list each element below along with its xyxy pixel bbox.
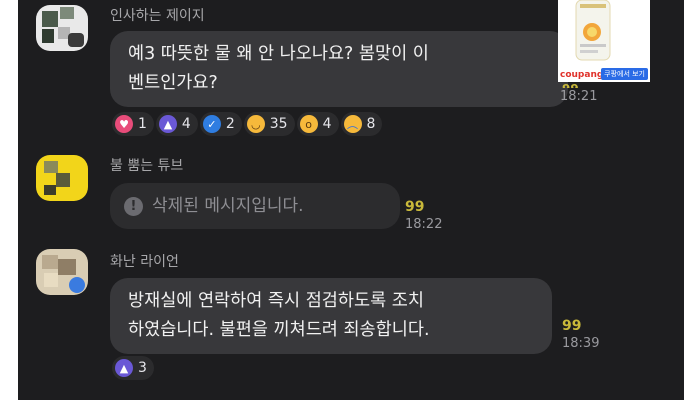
reaction-check[interactable]: ✓ 2 xyxy=(199,112,242,136)
message-time: 18:21 xyxy=(560,89,598,104)
reaction-laughing[interactable]: ◡ 35 xyxy=(243,112,295,136)
sender-name: 불 뿜는 튜브 xyxy=(110,158,184,174)
heart-icon: ♥ xyxy=(115,115,133,133)
coupang-logo: coupang xyxy=(560,70,604,80)
deleted-message-text: 삭제된 메시지입니다. xyxy=(152,195,304,216)
message-time: 18:22 xyxy=(405,217,443,232)
unread-count: 99 xyxy=(405,199,425,215)
message-time: 18:39 xyxy=(562,336,600,351)
avatar[interactable] xyxy=(36,249,88,295)
reaction-bar: ♥ 1 ▲ 4 ✓ 2 ◡ 35 o 4 ︵ 8 xyxy=(112,112,383,136)
unread-count: 99 xyxy=(562,82,579,88)
reaction-count: 1 xyxy=(138,116,147,132)
reaction-thumbs-up[interactable]: ▲ 4 xyxy=(155,112,198,136)
deleted-message-bubble[interactable]: ! 삭제된 메시지입니다. xyxy=(110,183,400,229)
reaction-thumbs-up[interactable]: ▲ 3 xyxy=(112,356,154,380)
message-text-line: 벤트인가요? xyxy=(128,73,218,93)
crying-emoji-icon: ︵ xyxy=(343,115,362,133)
reaction-count: 35 xyxy=(269,116,288,132)
avatar[interactable] xyxy=(36,5,88,51)
laughing-emoji-icon: ◡ xyxy=(246,115,265,133)
avatar[interactable] xyxy=(36,155,88,201)
check-icon: ✓ xyxy=(202,115,221,133)
thumbs-up-icon: ▲ xyxy=(158,115,177,133)
surprised-emoji-icon: o xyxy=(299,115,318,133)
ad-view-button[interactable]: 쿠팡에서 보기 xyxy=(601,68,648,80)
alert-circle-icon: ! xyxy=(124,196,143,216)
sender-name: 화난 라이언 xyxy=(110,254,179,270)
reaction-count: 8 xyxy=(366,116,376,132)
reaction-count: 3 xyxy=(138,360,147,376)
reaction-count: 4 xyxy=(322,116,332,132)
reaction-count: 2 xyxy=(225,116,235,132)
message-text-line: 예3 따뜻한 물 왜 안 나오나요? 봄맞이 이 xyxy=(128,44,429,64)
reaction-crying[interactable]: ︵ 8 xyxy=(340,112,383,136)
ad-banner[interactable]: coupang 쿠팡에서 보기 xyxy=(558,0,650,82)
reaction-heart[interactable]: ♥ 1 xyxy=(112,112,154,136)
sender-name: 인사하는 제이지 xyxy=(110,8,205,24)
reaction-count: 4 xyxy=(181,116,191,132)
message-bubble[interactable]: 방재실에 연락하여 즉시 점검하도록 조치 하였습니다. 불편을 끼쳐드려 죄송… xyxy=(110,278,552,354)
message-text-line: 하였습니다. 불편을 끼쳐드려 죄송합니다. xyxy=(128,320,430,340)
unread-count: 99 xyxy=(562,318,582,334)
message-bubble[interactable]: 예3 따뜻한 물 왜 안 나오나요? 봄맞이 이 벤트인가요? xyxy=(110,31,568,107)
reaction-bar: ▲ 3 xyxy=(112,356,154,380)
thumbs-up-icon: ▲ xyxy=(115,359,133,377)
reaction-surprised[interactable]: o 4 xyxy=(296,112,339,136)
product-image xyxy=(575,0,611,61)
message-text-line: 방재실에 연락하여 즉시 점검하도록 조치 xyxy=(128,291,424,311)
